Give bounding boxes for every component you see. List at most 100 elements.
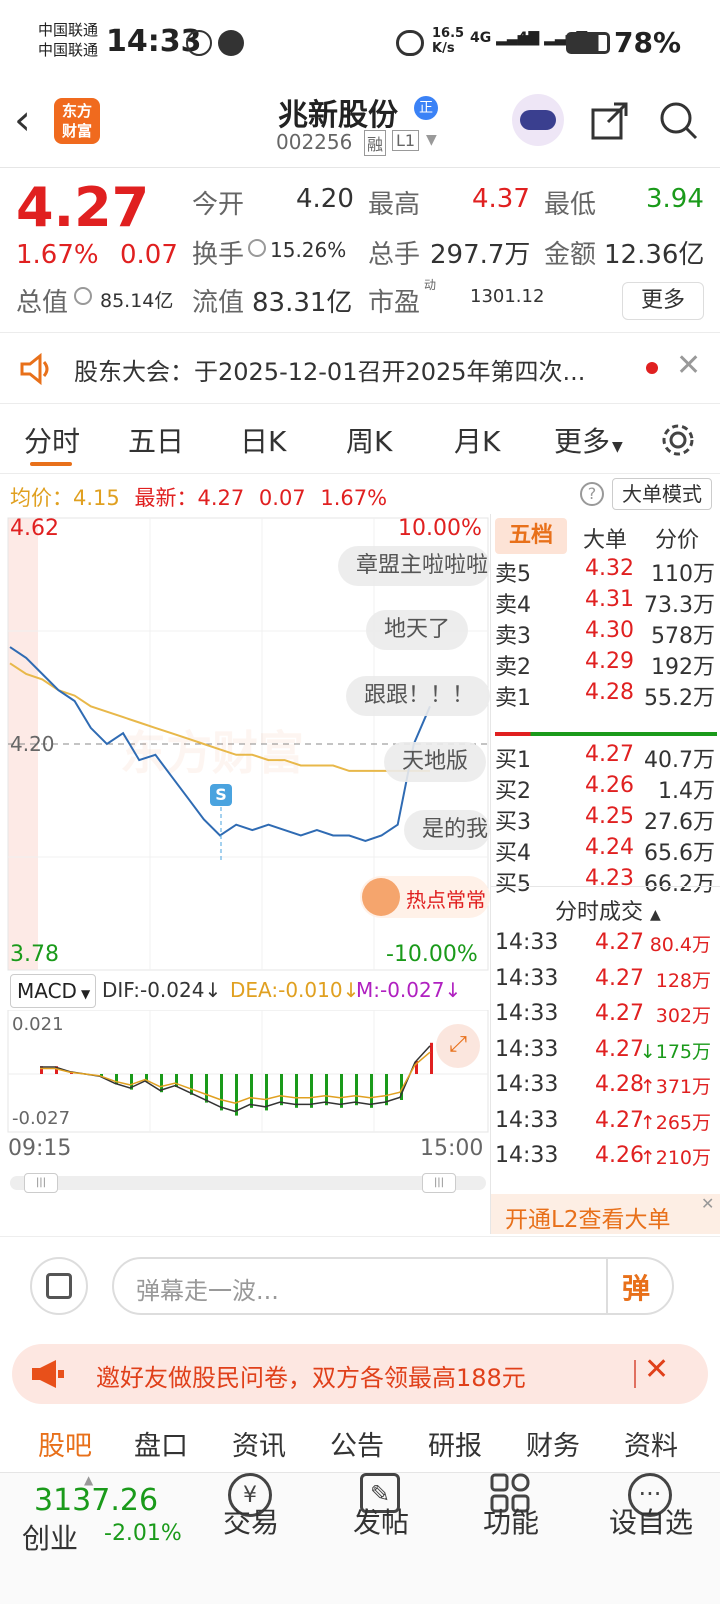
- danmu-send-button[interactable]: 弹: [622, 1267, 650, 1307]
- current-price: 4.27: [16, 176, 150, 239]
- tab-research[interactable]: 研报: [428, 1424, 482, 1463]
- macd-m: M:-0.027↓: [356, 978, 462, 1002]
- buy-level-row: 买1 4.27 40.7万: [491, 742, 720, 774]
- close-icon[interactable]: ✕: [701, 1194, 714, 1213]
- sell-level-row: 卖5 4.32 110万: [491, 556, 720, 588]
- y-top-label: 4.62: [10, 516, 59, 541]
- sell-level-row: 卖1 4.28 55.2万: [491, 680, 720, 712]
- index-ticker[interactable]: ▲ 3137.26 创业 -2.01%: [0, 1473, 200, 1605]
- volume-label: 总手: [368, 240, 421, 270]
- close-icon[interactable]: ✕: [676, 348, 701, 383]
- back-icon[interactable]: ‹: [14, 98, 54, 142]
- tab-five-level[interactable]: 五档: [495, 518, 567, 554]
- notice-text: 股东大会：于2025-12-01召开2025年第四次...: [74, 358, 586, 386]
- tab-more[interactable]: 更多 ▼: [554, 420, 623, 460]
- float-value: 83.31亿: [252, 288, 353, 318]
- tab-profile[interactable]: 资料: [624, 1424, 678, 1463]
- range-handle-left[interactable]: |||: [24, 1173, 58, 1193]
- range-scrollbar[interactable]: ||| |||: [10, 1173, 486, 1193]
- trade-row: 14:33 4.27 302万: [491, 1001, 720, 1037]
- tab-more-label: 更多: [554, 425, 611, 458]
- unread-dot: [646, 362, 658, 374]
- dock-post[interactable]: ✎ 发帖: [326, 1473, 436, 1605]
- trade-time: 14:33: [495, 1072, 559, 1097]
- promo-banner[interactable]: 邀好友做股民问卷，双方各领最高188元 ✕: [12, 1344, 708, 1404]
- tab-finance[interactable]: 财务: [526, 1424, 580, 1463]
- range-handle-right[interactable]: |||: [422, 1173, 456, 1193]
- high-label: 最高: [368, 190, 421, 220]
- macd-selector[interactable]: MACD ▼: [10, 974, 96, 1008]
- divider: [634, 1360, 636, 1388]
- macd-dea: DEA:-0.010↓: [230, 978, 360, 1002]
- megaphone-icon: [32, 1360, 64, 1388]
- buy-level-price: 4.25: [585, 804, 634, 829]
- tab-news[interactable]: 资讯: [232, 1424, 286, 1463]
- dock-functions-label: 功能: [482, 1506, 539, 1539]
- bigorder-mode-button[interactable]: 大单模式: [612, 478, 712, 510]
- macd-bar: [430, 1042, 433, 1074]
- macd-bar: [355, 1074, 358, 1106]
- amount-label: 金额: [544, 240, 597, 270]
- danmaku-bubble: 章盟主啦啦啦: [338, 546, 490, 586]
- tab-orderbook[interactable]: 盘口: [134, 1424, 188, 1463]
- change-amount: 0.07: [120, 240, 178, 270]
- danmaku-settings-icon[interactable]: [30, 1257, 88, 1315]
- mktcap-value: 85.14亿: [100, 290, 174, 312]
- expand-icon[interactable]: ⤢: [436, 1024, 480, 1068]
- trade-time: 14:33: [495, 965, 559, 991]
- divider: [606, 1259, 608, 1313]
- signal-s-marker[interactable]: S: [210, 784, 232, 806]
- dock-trade-label: 交易: [222, 1506, 279, 1539]
- dock-trade[interactable]: ¥ 交易: [196, 1473, 306, 1605]
- chevron-down-icon[interactable]: ▼: [426, 132, 437, 148]
- doc-gear-icon: [46, 1273, 72, 1299]
- more-button[interactable]: 更多: [622, 282, 704, 320]
- gear-icon[interactable]: [660, 422, 696, 458]
- trade-volume: ↓175万: [639, 1040, 711, 1063]
- carrier-1: 中国联通: [38, 21, 99, 39]
- sell-level-label: 卖2: [495, 655, 531, 680]
- tab-announcements[interactable]: 公告: [330, 1424, 384, 1463]
- tab-price-dist[interactable]: 分价: [655, 522, 699, 554]
- battery-percent: 78%: [614, 26, 682, 59]
- tab-week-k[interactable]: 周K: [346, 420, 392, 460]
- info-icon[interactable]: [74, 287, 92, 305]
- close-icon[interactable]: ✕: [644, 1352, 669, 1387]
- buy-level-volume: 65.6万: [644, 841, 715, 866]
- tab-month-k[interactable]: 月K: [454, 420, 500, 460]
- avg-value: 4.15: [73, 486, 120, 510]
- hot-topic-chip[interactable]: 热点常常: [360, 876, 490, 918]
- sell-level-row: 卖2 4.29 192万: [491, 649, 720, 681]
- trade-volume: ↑371万: [639, 1076, 711, 1098]
- eastmoney-logo[interactable]: 东方 财富: [54, 98, 100, 144]
- help-icon[interactable]: ?: [580, 482, 604, 506]
- macd-label: MACD: [17, 979, 77, 1003]
- search-icon[interactable]: [658, 100, 700, 142]
- trade-price: 4.27: [595, 930, 644, 955]
- tab-big-order[interactable]: 大单: [583, 522, 627, 554]
- info-icon[interactable]: [248, 239, 266, 257]
- notice-bar[interactable]: 股东大会：于2025-12-01召开2025年第四次... ✕: [0, 334, 720, 404]
- latest-change: 0.07: [258, 486, 306, 510]
- status-bar: 中国联通 中国联通 14:33 16.5 K/s 4G ▂▃▅▇ 4G ▂▃▅▇…: [0, 0, 720, 90]
- macd-chart[interactable]: [0, 1010, 490, 1134]
- l2-banner[interactable]: 开通L2查看大单 ✕: [491, 1194, 720, 1234]
- tab-forum[interactable]: 股吧: [38, 1424, 92, 1463]
- assistant-avatar[interactable]: [512, 94, 564, 146]
- share-icon[interactable]: [590, 100, 630, 140]
- tab-intraday[interactable]: 分时: [24, 420, 80, 460]
- sell-level-price: 4.31: [585, 587, 634, 612]
- trades-title[interactable]: 分时成交 ▲: [555, 894, 661, 926]
- tab-five-day[interactable]: 五日: [128, 420, 184, 460]
- intraday-chart-area[interactable]: 东方财富 4.62 10.00% 4.20 3.78 -10.00% S 章盟主…: [0, 514, 490, 1234]
- pe-sup: 动: [424, 278, 437, 292]
- trade-row: 14:33 4.27 ↑265万: [491, 1108, 720, 1144]
- tab-day-k[interactable]: 日K: [240, 420, 286, 460]
- danmaku-input[interactable]: 弹幕走一波... 弹: [112, 1257, 674, 1315]
- index-value: 3137.26: [34, 1483, 159, 1518]
- mktcap-label: 总值: [16, 288, 69, 318]
- buy-level-label: 买4: [495, 841, 531, 866]
- dock-watchlist[interactable]: ··· 设自选: [586, 1473, 716, 1605]
- low-value: 3.94: [646, 184, 704, 214]
- dock-functions[interactable]: 功能: [456, 1473, 566, 1605]
